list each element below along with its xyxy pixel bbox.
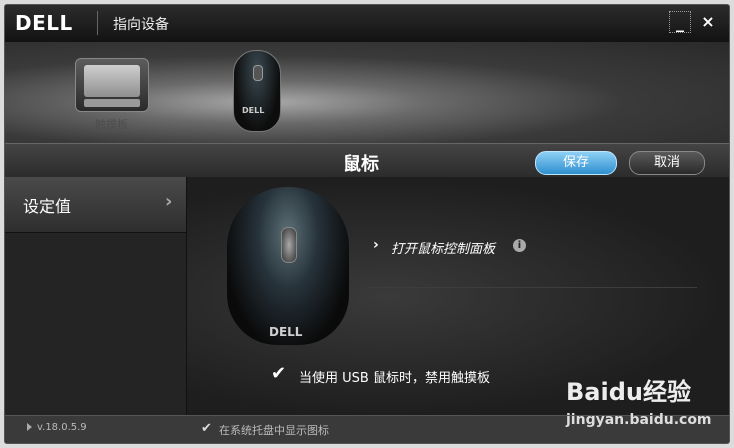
title-bar: DELL 指向设备 _ × xyxy=(5,5,729,42)
divider xyxy=(367,287,697,288)
touchpad-buttons xyxy=(84,99,140,107)
control-panel-link-text: 打开鼠标控制面板 xyxy=(391,242,496,257)
sidebar-item-label: 设定值 xyxy=(23,197,72,216)
checkmark-icon: ✔ xyxy=(201,421,212,436)
show-tray-icon-label: 在系统托盘中显示图标 xyxy=(219,424,329,437)
baidu-watermark-url: jingyan.baidu.com xyxy=(566,412,712,428)
baidu-watermark: Baidu经验 xyxy=(566,378,691,406)
version-label: v.18.0.5.9 xyxy=(37,422,87,433)
header-toolbar: 鼠标 保存 取消 xyxy=(5,143,729,179)
chevron-right-icon: › xyxy=(373,237,379,253)
mouse-wheel xyxy=(253,65,263,81)
mouse-image: DELL xyxy=(227,187,352,347)
close-button[interactable]: × xyxy=(697,11,719,33)
minimize-button[interactable]: _ xyxy=(669,11,691,33)
mouse-logo: DELL xyxy=(242,106,265,115)
mouse-icon: DELL xyxy=(233,50,281,132)
chevron-right-icon: › xyxy=(165,191,173,212)
mouse-body: DELL xyxy=(227,187,349,345)
device-banner: 触摸板 DELL xyxy=(5,42,729,143)
touchpad-device-tab[interactable]: 触摸板 xyxy=(75,58,149,131)
page-title: 鼠标 xyxy=(343,154,379,175)
window-title: 指向设备 xyxy=(113,17,169,33)
sidebar-item-settings[interactable]: 设定值 › xyxy=(5,177,186,233)
mouse-scroll-wheel xyxy=(281,227,297,263)
info-icon[interactable]: i xyxy=(513,239,526,252)
touchpad-icon xyxy=(75,58,149,112)
disable-touchpad-label: 当使用 USB 鼠标时，禁用触摸板 xyxy=(299,371,490,386)
mouse-dell-logo: DELL xyxy=(269,325,303,339)
dell-logo: DELL xyxy=(15,11,73,35)
save-button[interactable]: 保存 xyxy=(535,151,617,175)
cancel-button[interactable]: 取消 xyxy=(629,151,705,175)
title-separator xyxy=(97,11,98,35)
sidebar: 设定值 › xyxy=(5,177,187,415)
touchpad-surface xyxy=(84,65,140,97)
mouse-device-tab[interactable]: DELL xyxy=(233,50,283,134)
checkmark-icon: ✔ xyxy=(271,363,287,384)
play-icon xyxy=(27,423,32,431)
touchpad-label: 触摸板 xyxy=(95,118,128,131)
